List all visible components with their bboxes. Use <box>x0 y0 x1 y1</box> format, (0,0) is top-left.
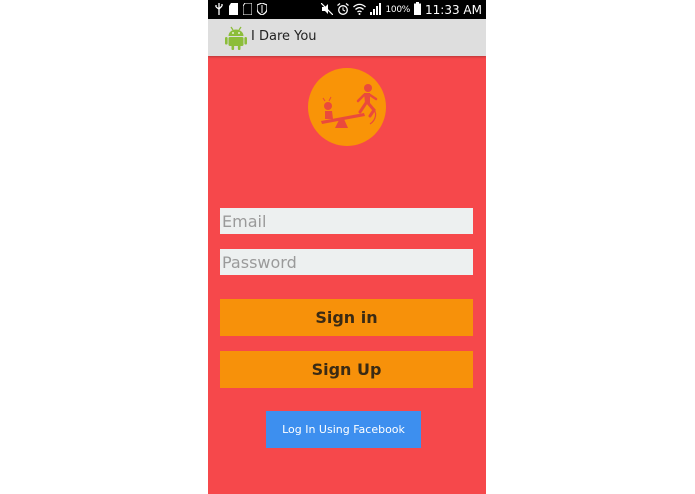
status-clock: 11:33 AM <box>425 3 482 17</box>
status-bar-right-icons: 100% 11:33 AM <box>320 2 482 18</box>
usb-icon <box>214 3 224 18</box>
app-title: I Dare You <box>251 29 317 44</box>
status-bar: 100% 11:33 AM <box>208 0 486 19</box>
action-bar: I Dare You <box>208 19 486 56</box>
alarm-icon <box>336 2 349 18</box>
wifi-icon <box>352 3 366 18</box>
sign-up-button[interactable]: Sign Up <box>220 351 473 388</box>
signal-icon <box>369 2 382 18</box>
android-icon <box>225 26 247 50</box>
app-logo <box>308 68 386 146</box>
seesaw-icon <box>321 84 378 128</box>
shield-icon <box>256 2 268 18</box>
sign-in-button[interactable]: Sign in <box>220 299 473 336</box>
password-input[interactable] <box>220 249 473 275</box>
sd-card-icon <box>242 2 253 18</box>
battery-level-text: 100% <box>385 5 411 15</box>
email-input[interactable] <box>220 208 473 234</box>
mute-icon <box>320 2 333 18</box>
battery-icon <box>414 2 422 18</box>
status-bar-left-icons <box>214 2 268 18</box>
phone-screen: 100% 11:33 AM I Dare You Email Sign in S… <box>208 0 486 494</box>
sd-card-icon <box>229 3 238 18</box>
facebook-login-button[interactable]: Log In Using Facebook <box>266 411 421 448</box>
